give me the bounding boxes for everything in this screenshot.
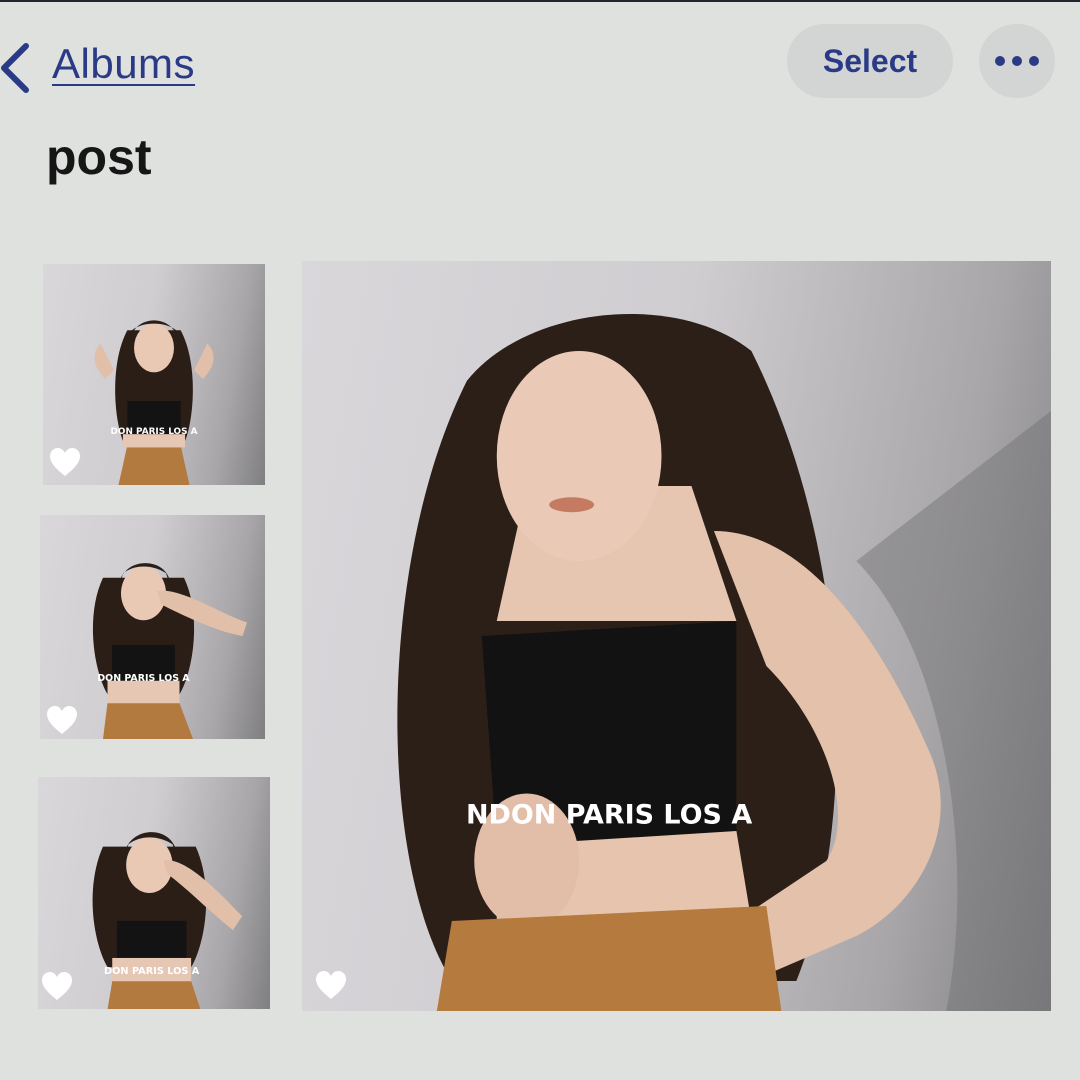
shirt-text: DON PARIS LOS A xyxy=(97,673,190,684)
shirt-text: DON PARIS LOS A xyxy=(104,966,200,977)
photo-thumbnail[interactable]: DON PARIS LOS A xyxy=(43,264,265,485)
chevron-left-icon xyxy=(1,43,29,93)
heart-icon xyxy=(47,706,77,734)
back-to-albums-button[interactable]: Albums xyxy=(0,30,240,94)
more-options-button[interactable] xyxy=(979,24,1055,98)
heart-icon xyxy=(316,971,346,999)
photo-thumbnail[interactable]: DON PARIS LOS A xyxy=(38,777,270,1009)
photo-featured[interactable]: NDON PARIS LOS A xyxy=(302,261,1051,1011)
photo-thumbnail[interactable]: DON PARIS LOS A xyxy=(40,515,265,739)
shirt-text: NDON PARIS LOS A xyxy=(466,799,752,830)
album-title: post xyxy=(46,129,152,185)
shirt-text: DON PARIS LOS A xyxy=(111,427,198,437)
select-button[interactable]: Select xyxy=(787,24,953,98)
heart-icon xyxy=(50,448,80,476)
ellipsis-icon xyxy=(995,56,1039,66)
photo-image: NDON PARIS LOS A xyxy=(397,313,1051,1011)
top-edge xyxy=(0,0,1080,2)
heart-icon xyxy=(42,972,72,1000)
back-label: Albums xyxy=(52,40,196,87)
